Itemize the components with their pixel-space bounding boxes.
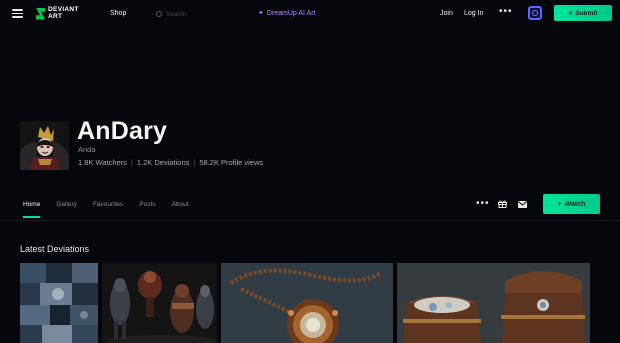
top-navigation: DEVIANT ART Shop ✦ DreamUp AI Art Join L… — [0, 0, 620, 28]
search-icon — [156, 11, 162, 17]
tab-about[interactable]: About — [172, 201, 189, 218]
profile-stats: 1.8K Watchers | 1.2K Deviations | 58.2K … — [78, 158, 263, 167]
logo-text-line2: ART — [48, 12, 63, 20]
deviation-thumbnail[interactable] — [102, 263, 217, 343]
deviantart-logo-icon — [36, 7, 45, 20]
stat-separator: | — [130, 158, 133, 167]
profile-tabs: Home Gallery Favourites Posts About — [23, 201, 205, 218]
search-bar[interactable] — [152, 6, 252, 22]
treasure-chest-image — [397, 263, 590, 343]
deviation-thumbnail[interactable] — [397, 263, 590, 343]
submit-label: Submit — [575, 9, 598, 17]
sparkle-icon: ✦ — [258, 10, 264, 17]
watchers-count[interactable]: 1.8K Watchers — [78, 158, 127, 167]
message-icon[interactable] — [518, 201, 527, 208]
join-link[interactable]: Join — [440, 10, 453, 17]
watch-button[interactable]: + Watch — [543, 194, 600, 214]
profile-avatar[interactable] — [20, 121, 69, 170]
tab-favourites[interactable]: Favourites — [93, 201, 123, 218]
deviation-thumbnail[interactable] — [20, 263, 98, 343]
amulet-image — [221, 263, 393, 343]
core-membership-icon[interactable] — [528, 6, 542, 20]
profile-views-count: 58.2K Profile views — [199, 158, 264, 167]
collage-image — [20, 263, 98, 343]
shop-link[interactable]: Shop — [110, 10, 126, 17]
section-title: Latest Deviations — [20, 244, 90, 254]
deviantart-logo[interactable]: DEVIANT ART — [36, 6, 98, 20]
dreamup-link[interactable]: ✦ DreamUp AI Art — [258, 9, 316, 18]
tabs-divider — [0, 220, 620, 221]
submit-button[interactable]: + Submit — [554, 5, 612, 21]
profile-realname: Anda — [78, 145, 96, 154]
deviations-count[interactable]: 1.2K Deviations — [137, 158, 190, 167]
gift-icon[interactable] — [498, 200, 507, 208]
warriors-image — [102, 263, 217, 343]
tab-posts[interactable]: Posts — [139, 201, 155, 218]
tab-gallery[interactable]: Gallery — [56, 201, 77, 218]
avatar-image — [20, 121, 69, 170]
search-input[interactable] — [166, 10, 246, 18]
plus-icon: + — [557, 200, 562, 208]
stat-separator: | — [193, 158, 196, 167]
dreamup-label: DreamUp AI Art — [266, 9, 316, 17]
login-link[interactable]: Log In — [464, 10, 483, 17]
more-menu-button[interactable]: ••• — [499, 6, 513, 17]
menu-icon[interactable] — [12, 9, 23, 18]
watch-label: Watch — [564, 200, 586, 208]
tab-home[interactable]: Home — [23, 201, 41, 218]
plus-icon: + — [568, 9, 573, 17]
profile-username: AnDary — [77, 117, 168, 145]
deviation-thumbnail[interactable] — [221, 263, 393, 343]
profile-more-button[interactable]: ••• — [476, 198, 490, 209]
